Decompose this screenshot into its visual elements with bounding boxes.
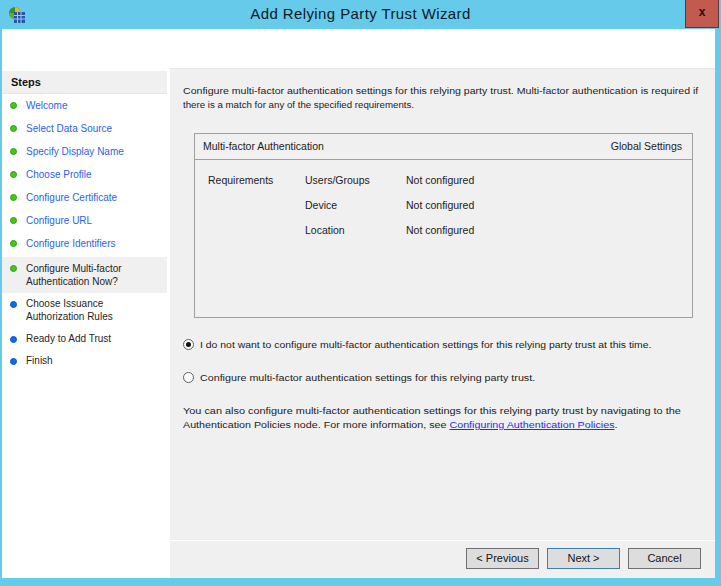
footnote-line2: Authentication Policies node. For more i… <box>183 418 618 432</box>
step-label: Choose Issuance Authorization Rules <box>26 298 113 322</box>
step-label: Configure URL <box>26 215 92 226</box>
mfa-rows: RequirementsUsers/GroupsNot configuredDe… <box>195 168 692 243</box>
step-bullet <box>10 358 17 365</box>
step-item-5[interactable]: Configure Certificate <box>2 186 167 209</box>
step-label: Configure Identifiers <box>26 238 116 249</box>
step-label: Select Data Source <box>26 123 112 134</box>
radio-label: Configure multi-factor authentication se… <box>200 371 535 385</box>
step-bullet <box>10 148 17 155</box>
step-bullet <box>10 265 17 272</box>
close-icon: x <box>699 5 706 19</box>
intro-line2: there is a match for any of the specifie… <box>183 98 414 112</box>
step-bullet <box>10 102 17 109</box>
footnote-line1: You can also configure multi-factor auth… <box>183 404 681 418</box>
step-bullet <box>10 194 17 201</box>
step-label: Configure Multi-factor Authentication No… <box>26 263 122 287</box>
step-bullet <box>10 217 17 224</box>
radio-label: I do not want to configure multi-factor … <box>200 338 651 352</box>
radio-icon[interactable] <box>183 372 194 383</box>
step-item-6[interactable]: Configure URL <box>2 209 167 232</box>
step-bullet <box>10 171 17 178</box>
previous-button[interactable]: < Previous <box>466 548 539 569</box>
step-item-9[interactable]: Choose Issuance Authorization Rules <box>2 293 167 328</box>
mfa-panel-header: Multi-factor Authentication Global Setti… <box>195 134 692 160</box>
mfa-row-3: LocationNot configured <box>195 218 692 243</box>
step-item-4[interactable]: Choose Profile <box>2 163 167 186</box>
mfa-row-2: DeviceNot configured <box>195 193 692 218</box>
cancel-button[interactable]: Cancel <box>628 548 701 569</box>
step-item-10[interactable]: Ready to Add Trust <box>2 328 167 350</box>
intro-text: Configure multi-factor authentication se… <box>183 84 713 112</box>
next-button[interactable]: Next > <box>547 548 620 569</box>
intro-line1: Configure multi-factor authentication se… <box>183 84 698 98</box>
steps-heading: Steps <box>2 71 167 94</box>
close-button[interactable]: x <box>685 0 719 28</box>
step-label: Ready to Add Trust <box>26 333 111 344</box>
configuring-authentication-policies-link[interactable]: Configuring Authentication Policies <box>449 419 614 430</box>
step-label: Welcome <box>26 100 68 111</box>
wizard-dialog: Add Relying Party Trust Wizard x Steps W… <box>0 0 721 586</box>
step-item-7[interactable]: Configure Identifiers <box>2 232 167 255</box>
steps-sidebar: Steps Welcome Select Data Source Specify D… <box>2 29 170 578</box>
step-label: Specify Display Name <box>26 146 124 157</box>
steps-list: Welcome Select Data Source Specify Display… <box>2 94 167 372</box>
titlebar: Add Relying Party Trust Wizard x <box>0 0 721 29</box>
step-label: Finish <box>26 355 53 366</box>
mfa-settings-panel: Multi-factor Authentication Global Setti… <box>194 133 693 318</box>
step-label: Configure Certificate <box>26 192 117 203</box>
footnote-text: You can also configure multi-factor auth… <box>183 404 715 432</box>
step-item-2[interactable]: Select Data Source <box>2 117 167 140</box>
mfa-row-1: RequirementsUsers/GroupsNot configured <box>195 168 692 193</box>
step-bullet <box>10 125 17 132</box>
step-bullet <box>10 301 17 308</box>
content-panel: Configure multi-factor authentication se… <box>170 69 715 578</box>
window-title: Add Relying Party Trust Wizard <box>0 0 721 29</box>
step-item-8[interactable]: Configure Multi-factor Authentication No… <box>2 257 167 293</box>
step-item-1[interactable]: Welcome <box>2 94 167 117</box>
step-bullet <box>10 336 17 343</box>
step-label: Choose Profile <box>26 169 92 180</box>
radio-icon[interactable] <box>183 339 194 350</box>
mfa-header-global-settings: Global Settings <box>611 134 682 159</box>
step-item-3[interactable]: Specify Display Name <box>2 140 167 163</box>
step-bullet <box>10 240 17 247</box>
step-item-11[interactable]: Finish <box>2 350 167 372</box>
mfa-header-title: Multi-factor Authentication <box>203 134 324 159</box>
